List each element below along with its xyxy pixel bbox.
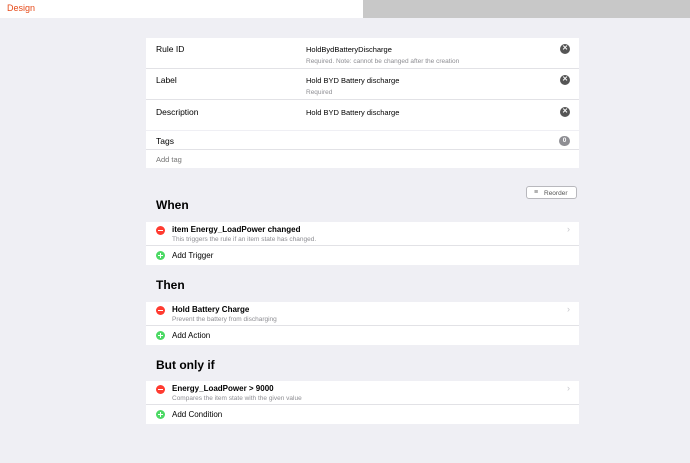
description-clear-icon[interactable]: ✕ xyxy=(560,107,570,117)
add-condition-icon[interactable] xyxy=(156,410,165,419)
trigger-item[interactable]: item Energy_LoadPower changed This trigg… xyxy=(146,222,579,246)
rule-id-row: Rule ID HoldBydBatteryDischarge Required… xyxy=(146,38,579,69)
label-clear-icon[interactable]: ✕ xyxy=(560,75,570,85)
action-description: Prevent the battery from discharging xyxy=(172,316,277,323)
chevron-right-icon: › xyxy=(567,383,570,393)
add-tag-input[interactable] xyxy=(156,155,456,164)
then-heading: Then xyxy=(156,278,185,292)
trigger-description: This triggers the rule if an item state … xyxy=(172,236,317,243)
label-field-label: Label xyxy=(156,75,177,85)
label-row: Label Hold BYD Battery discharge Require… xyxy=(146,69,579,100)
tags-label: Tags xyxy=(156,136,174,146)
conditions-heading: But only if xyxy=(156,358,215,372)
chevron-right-icon: › xyxy=(567,224,570,234)
condition-item[interactable]: Energy_LoadPower > 9000 Compares the ite… xyxy=(146,381,579,405)
add-action-icon[interactable] xyxy=(156,331,165,340)
tab-inactive-area[interactable] xyxy=(363,0,690,18)
description-input[interactable]: Hold BYD Battery discharge xyxy=(306,108,399,117)
condition-title: Energy_LoadPower > 9000 xyxy=(172,384,274,393)
tags-count-badge: 0 xyxy=(559,136,570,146)
rule-id-label: Rule ID xyxy=(156,44,185,54)
chevron-right-icon: › xyxy=(567,304,570,314)
remove-action-icon[interactable] xyxy=(156,306,165,315)
trigger-title: item Energy_LoadPower changed xyxy=(172,225,301,234)
add-condition-label: Add Condition xyxy=(172,410,223,419)
rule-id-input[interactable]: HoldBydBatteryDischarge xyxy=(306,45,392,54)
description-row: Description Hold BYD Battery discharge ✕ xyxy=(146,100,579,130)
condition-description: Compares the item state with the given v… xyxy=(172,395,302,402)
tags-card: Tags 0 xyxy=(146,130,579,168)
tab-design-label: Design xyxy=(7,3,36,13)
actions-card: Hold Battery Charge Prevent the battery … xyxy=(146,302,579,345)
label-input[interactable]: Hold BYD Battery discharge xyxy=(306,76,399,85)
add-action-label: Add Action xyxy=(172,331,211,340)
add-trigger-row[interactable]: Add Trigger xyxy=(146,246,579,265)
add-condition-row[interactable]: Add Condition xyxy=(146,405,579,424)
rule-id-clear-icon[interactable]: ✕ xyxy=(560,44,570,54)
triggers-card: item Energy_LoadPower changed This trigg… xyxy=(146,222,579,265)
add-trigger-label: Add Trigger xyxy=(172,251,214,260)
reorder-button[interactable]: ≡ Reorder xyxy=(526,186,577,199)
reorder-label: Reorder xyxy=(544,189,568,197)
add-trigger-icon[interactable] xyxy=(156,251,165,260)
rule-properties-card: Rule ID HoldBydBatteryDischarge Required… xyxy=(146,38,579,130)
add-tag-row xyxy=(146,150,579,169)
description-label: Description xyxy=(156,107,199,117)
rule-id-hint: Required. Note: cannot be changed after … xyxy=(306,58,460,65)
reorder-icon: ≡ xyxy=(534,189,539,196)
remove-trigger-icon[interactable] xyxy=(156,226,165,235)
add-action-row[interactable]: Add Action xyxy=(146,326,579,345)
remove-condition-icon[interactable] xyxy=(156,385,165,394)
conditions-card: Energy_LoadPower > 9000 Compares the ite… xyxy=(146,381,579,424)
action-title: Hold Battery Charge xyxy=(172,305,250,314)
action-item[interactable]: Hold Battery Charge Prevent the battery … xyxy=(146,302,579,326)
tags-header-row: Tags 0 xyxy=(146,131,579,150)
when-heading: When xyxy=(156,198,189,212)
top-bar: Design xyxy=(0,0,690,18)
label-hint: Required xyxy=(306,89,333,96)
tab-design[interactable]: Design xyxy=(0,0,363,18)
